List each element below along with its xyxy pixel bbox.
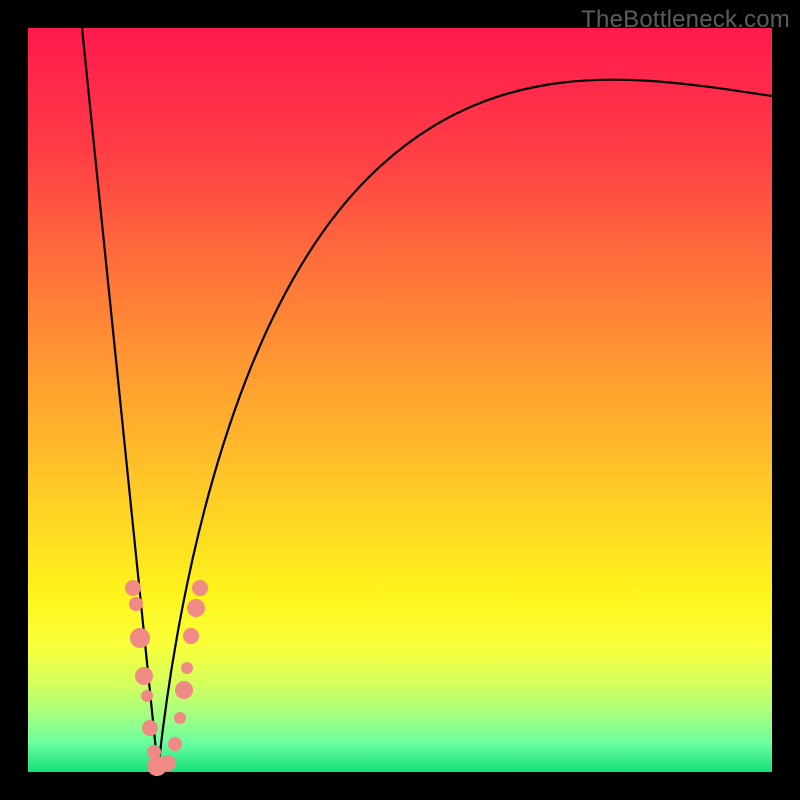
right-curve	[158, 80, 772, 770]
data-marker	[175, 681, 193, 699]
data-marker	[142, 720, 158, 736]
chart-container: TheBottleneck.com	[0, 0, 800, 800]
data-marker	[129, 597, 143, 611]
data-marker	[135, 667, 153, 685]
left-curve	[82, 28, 158, 770]
data-marker	[187, 599, 205, 617]
data-marker	[174, 712, 186, 724]
data-marker	[168, 737, 182, 751]
data-marker	[141, 690, 153, 702]
data-marker	[181, 662, 193, 674]
data-marker	[192, 580, 208, 596]
data-marker	[183, 628, 199, 644]
watermark-text: TheBottleneck.com	[581, 6, 790, 34]
curves-svg	[28, 28, 772, 772]
markers-group	[125, 580, 208, 776]
data-marker	[130, 628, 150, 648]
data-marker	[160, 755, 176, 771]
plot-area	[28, 28, 772, 772]
data-marker	[125, 580, 141, 596]
